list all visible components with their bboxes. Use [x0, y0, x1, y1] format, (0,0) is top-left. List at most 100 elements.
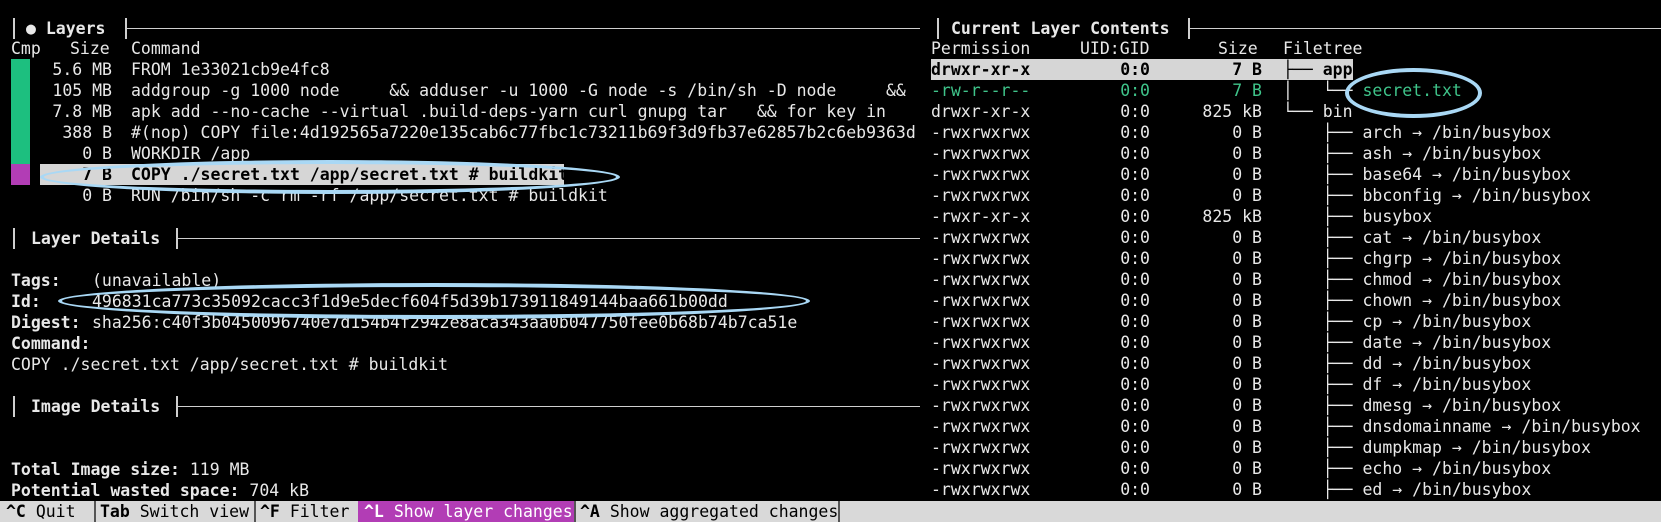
file-tree-entry: ├── dumpkmap → /bin/busybox	[1283, 438, 1591, 457]
filetree-row[interactable]: -rwxrwxrwx 0:0 0 B ├── dumpkmap → /bin/bus…	[0, 437, 1661, 458]
shortcut-label: Show layer changes	[393, 502, 573, 521]
contents-title-left-bar	[937, 18, 939, 39]
file-tree-entry: ├── chgrp → /bin/busybox	[1283, 249, 1562, 268]
file-uid-gid: 0:0	[1120, 333, 1150, 352]
file-uid-gid: 0:0	[1120, 207, 1150, 226]
file-tree-entry: ├── dd → /bin/busybox	[1283, 354, 1532, 373]
file-uid-gid: 0:0	[1120, 81, 1150, 100]
status-shortcut-show-layer-changes[interactable]: ^L Show layer changes	[358, 501, 574, 522]
file-tree-entry: ├── ed → /bin/busybox	[1283, 480, 1532, 499]
file-uid-gid: 0:0	[1120, 480, 1150, 499]
status-shortcut-switch-view[interactable]: Tab Switch view	[94, 501, 254, 522]
file-uid-gid: 0:0	[1120, 354, 1150, 373]
status-shortcut-show-aggregated-changes[interactable]: ^A Show aggregated changes	[574, 501, 838, 522]
shortcut-key: ^L	[364, 502, 384, 521]
file-uid-gid: 0:0	[1120, 291, 1150, 310]
file-uid-gid: 0:0	[1120, 186, 1150, 205]
file-size: 0 B	[1232, 228, 1262, 247]
file-size: 825 kB	[1202, 207, 1262, 226]
file-size: 0 B	[1232, 480, 1262, 499]
col-header-filetree: Filetree	[1283, 39, 1363, 58]
filetree-row[interactable]: -rwxrwxrwx 0:0 0 B ├── ash → /bin/busybox	[0, 143, 1661, 164]
file-tree-entry: ├── chown → /bin/busybox	[1283, 291, 1562, 310]
file-uid-gid: 0:0	[1120, 249, 1150, 268]
file-uid-gid: 0:0	[1120, 396, 1150, 415]
file-tree-entry: ├── echo → /bin/busybox	[1283, 459, 1552, 478]
file-size: 0 B	[1232, 165, 1262, 184]
file-size: 0 B	[1232, 354, 1262, 373]
file-size: 7 B	[1232, 81, 1262, 100]
col-header-uid-gid: UID:GID	[1080, 39, 1150, 58]
file-uid-gid: 0:0	[1120, 375, 1150, 394]
shortcut-key: Tab	[100, 502, 130, 521]
file-size: 0 B	[1232, 312, 1262, 331]
file-uid-gid: 0:0	[1120, 60, 1150, 79]
col-header-permission: Permission	[931, 39, 1031, 58]
file-tree-entry: ├── chmod → /bin/busybox	[1283, 270, 1562, 289]
filetree-row[interactable]: -rwxrwxrwx 0:0 0 B ├── dnsdomainname → /bi…	[0, 416, 1661, 437]
file-uid-gid: 0:0	[1120, 144, 1150, 163]
col-header-cmp: Cmp	[11, 39, 41, 58]
file-size: 0 B	[1232, 375, 1262, 394]
file-size: 825 kB	[1202, 102, 1262, 121]
file-tree-entry: ├── dmesg → /bin/busybox	[1283, 396, 1562, 415]
col-header-size-contents: Size	[1218, 39, 1258, 58]
status-separator	[838, 501, 840, 522]
file-tree-entry: ├── dnsdomainname → /bin/busybox	[1283, 417, 1641, 436]
file-size: 0 B	[1232, 417, 1262, 436]
filetree-row[interactable]: -rwxrwxrwx 0:0 0 B ├── cp → /bin/busybox	[0, 311, 1661, 332]
file-uid-gid: 0:0	[1120, 312, 1150, 331]
status-shortcut-filter[interactable]: ^F Filter	[254, 501, 358, 522]
shortcut-label: Filter	[289, 502, 350, 521]
filetree-row[interactable]: -rwxrwxrwx 0:0 0 B ├── arch → /bin/busybox	[0, 122, 1661, 143]
shortcut-label: Show aggregated changes	[609, 502, 839, 521]
file-tree-entry: ├── base64 → /bin/busybox	[1283, 165, 1572, 184]
shortcut-key: ^F	[260, 502, 280, 521]
filetree-row[interactable]: -rwxrwxrwx 0:0 0 B ├── cat → /bin/busybox	[0, 227, 1661, 248]
filetree-row[interactable]: -rwxrwxrwx 0:0 0 B ├── bbconfig → /bin/bus…	[0, 185, 1661, 206]
filetree-row[interactable]: -rwxrwxrwx 0:0 0 B ├── dd → /bin/busybox	[0, 353, 1661, 374]
file-uid-gid: 0:0	[1120, 270, 1150, 289]
filetree-row[interactable]: -rwxrwxrwx 0:0 0 B ├── ed → /bin/busybox	[0, 479, 1661, 500]
shortcut-label: Switch view	[139, 502, 250, 521]
file-size: 0 B	[1232, 123, 1262, 142]
filetree-row[interactable]: -rwxrwxrwx 0:0 0 B ├── chown → /bin/busybo…	[0, 290, 1661, 311]
contents-title-rule	[1190, 28, 1661, 29]
layers-title-left-bar	[13, 18, 15, 39]
file-size: 0 B	[1232, 270, 1262, 289]
file-size: 0 B	[1232, 144, 1262, 163]
file-size: 0 B	[1232, 291, 1262, 310]
filetree-row[interactable]: -rwxrwxrwx 0:0 0 B ├── date → /bin/busybox	[0, 332, 1661, 353]
file-tree-entry: ├── ash → /bin/busybox	[1283, 144, 1542, 163]
file-uid-gid: 0:0	[1120, 438, 1150, 457]
layers-panel-title: ● Layers	[26, 19, 106, 38]
file-size: 0 B	[1232, 333, 1262, 352]
file-tree-entry: ├── cp → /bin/busybox	[1283, 312, 1532, 331]
status-bar: ^C Quit Tab Switch view ^F Filter ^L Show l…	[0, 501, 1661, 522]
file-tree-entry: ├── cat → /bin/busybox	[1283, 228, 1542, 247]
shortcut-key: ^A	[580, 502, 600, 521]
col-header-size: Size	[70, 39, 110, 58]
file-tree-entry: ├── date → /bin/busybox	[1283, 333, 1552, 352]
filetree-row[interactable]: -rwxrwxrwx 0:0 0 B ├── dmesg → /bin/busybo…	[0, 395, 1661, 416]
shortcut-key: ^C	[6, 502, 26, 521]
filetree-row[interactable]: -rwxrwxrwx 0:0 0 B ├── base64 → /bin/busyb…	[0, 164, 1661, 185]
status-shortcut-quit[interactable]: ^C Quit	[0, 501, 94, 522]
file-uid-gid: 0:0	[1120, 459, 1150, 478]
file-uid-gid: 0:0	[1120, 165, 1150, 184]
file-tree-entry: ├── arch → /bin/busybox	[1283, 123, 1552, 142]
file-size: 0 B	[1232, 459, 1262, 478]
filetree-row[interactable]: -rwxrwxrwx 0:0 0 B ├── chmod → /bin/busybo…	[0, 269, 1661, 290]
filetree-row[interactable]: -rwxr-xr-x 0:0 825 kB ├── busybox	[0, 206, 1661, 227]
file-size: 0 B	[1232, 249, 1262, 268]
filetree-row[interactable]: -rwxrwxrwx 0:0 0 B ├── echo → /bin/busybox	[0, 458, 1661, 479]
file-uid-gid: 0:0	[1120, 102, 1150, 121]
file-tree-entry: ├── busybox	[1283, 207, 1433, 226]
col-header-command: Command	[131, 39, 201, 58]
filetree-row[interactable]: -rwxrwxrwx 0:0 0 B ├── chgrp → /bin/busybo…	[0, 248, 1661, 269]
file-size: 0 B	[1232, 438, 1262, 457]
file-tree-entry: └── bin	[1283, 102, 1353, 121]
file-tree-entry: ├── df → /bin/busybox	[1283, 375, 1532, 394]
filetree-row[interactable]: -rwxrwxrwx 0:0 0 B ├── df → /bin/busybox	[0, 374, 1661, 395]
file-uid-gid: 0:0	[1120, 228, 1150, 247]
